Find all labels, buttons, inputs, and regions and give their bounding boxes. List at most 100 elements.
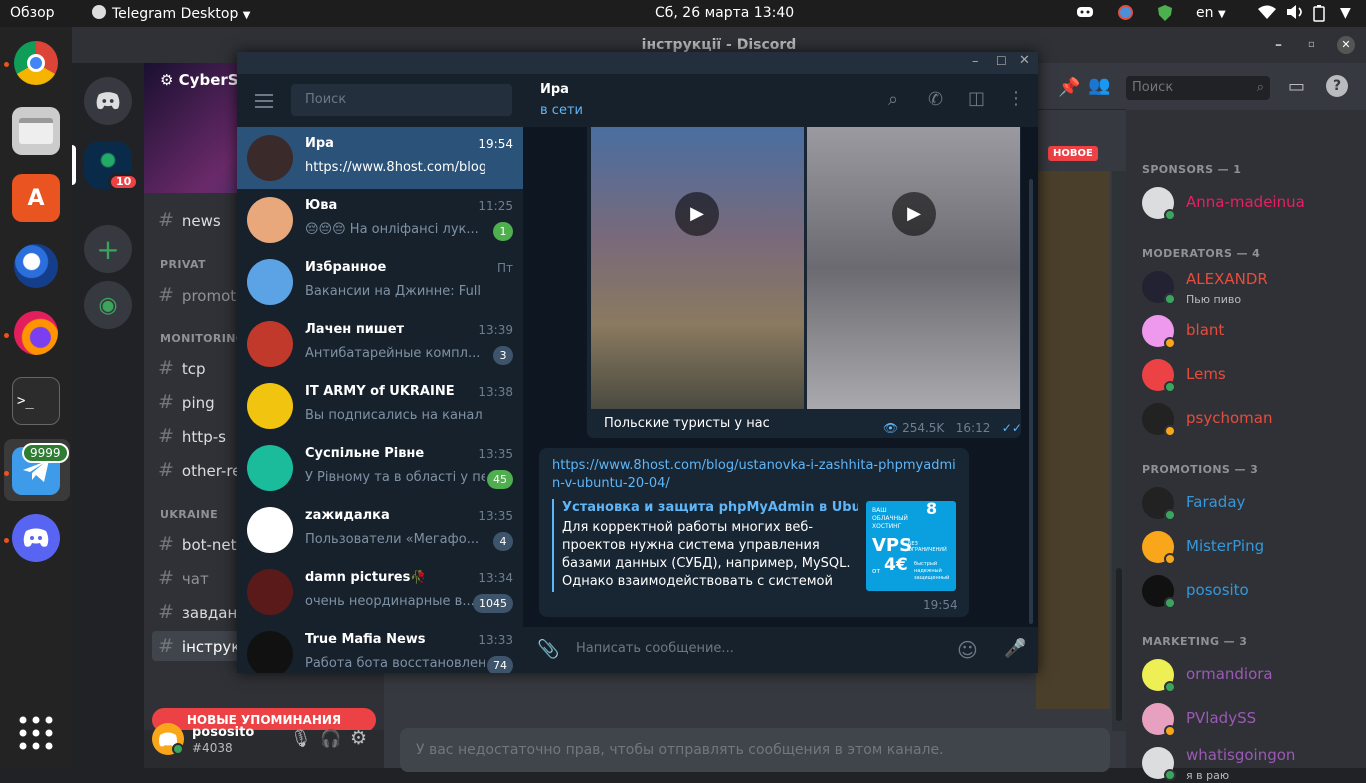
- inbox-icon[interactable]: ▭: [1288, 76, 1305, 97]
- play-icon[interactable]: ▶: [675, 192, 719, 236]
- chat-preview: Вакансии на Джинне: Full S...: [305, 284, 485, 299]
- microphone-icon[interactable]: 🎤: [1004, 638, 1026, 659]
- online-status-dot: [172, 743, 184, 755]
- help-icon[interactable]: ?: [1326, 75, 1348, 97]
- add-server-icon[interactable]: +: [84, 225, 132, 273]
- member-item[interactable]: ALEXANDR Пью пиво: [1142, 267, 1362, 307]
- scrollbar-thumb[interactable]: [1029, 179, 1033, 624]
- chat-item[interactable]: Суспільне Рівне 13:35 У Рівному та в облас…: [237, 437, 523, 499]
- search-input[interactable]: Поиск: [291, 84, 512, 116]
- chat-item[interactable]: damn pictures🥀 13:34 очень неординарные в.…: [237, 561, 523, 623]
- software-store-icon[interactable]: A: [12, 174, 60, 222]
- emoji-icon[interactable]: ☺: [957, 638, 978, 662]
- more-vertical-icon[interactable]: ⋮: [1007, 88, 1025, 109]
- minimize-button[interactable]: –: [1275, 27, 1282, 63]
- volume-icon[interactable]: [1287, 5, 1305, 19]
- member-item[interactable]: blant: [1142, 311, 1362, 351]
- chat-item[interactable]: True Mafia News 13:33 Работа бота восстано…: [237, 623, 523, 673]
- discord-dock-icon[interactable]: [12, 514, 60, 562]
- member-item[interactable]: Faraday: [1142, 483, 1362, 523]
- chat-preview: Вы подписались на канал: [305, 408, 483, 423]
- close-button[interactable]: ✕: [1019, 53, 1030, 68]
- server-name[interactable]: ⚙ CyberSp: [160, 71, 249, 89]
- category-privat[interactable]: PRIVAT: [160, 258, 206, 271]
- chrome-icon[interactable]: [12, 39, 60, 87]
- member-item[interactable]: whatisgoingon я в раю: [1142, 743, 1362, 783]
- member-item[interactable]: psychoman: [1142, 399, 1362, 439]
- new-mentions-button[interactable]: НОВЫЕ УПОМИНАНИЯ: [152, 708, 376, 732]
- media-caption: Польские туристы у нас: [604, 416, 770, 431]
- chat-item[interactable]: Ира 19:54 https://www.8host.com/blog...: [237, 127, 523, 189]
- category-monitoring[interactable]: MONITORING: [160, 332, 245, 345]
- thunderbird-icon[interactable]: [12, 242, 60, 290]
- app-grid-icon[interactable]: [19, 716, 53, 750]
- conversation-pane: Ира в сети ⌕ ✆ ◫ ⋮ ▶ ▶ Польские туристы …: [523, 74, 1038, 673]
- search-icon[interactable]: ⌕: [888, 89, 898, 110]
- shield-tray-icon[interactable]: [1158, 5, 1172, 21]
- member-list-icon[interactable]: 👥: [1088, 75, 1110, 96]
- video-thumbnail[interactable]: [807, 127, 1020, 409]
- member-item[interactable]: Anna-madeinua: [1142, 183, 1362, 223]
- vpn-tray-icon[interactable]: [1118, 5, 1133, 24]
- chat-preview: Антибатарейные компл...: [305, 346, 481, 361]
- message-image: [1036, 171, 1110, 709]
- overview-button[interactable]: Обзор: [10, 5, 55, 21]
- chat-name: Ира: [305, 136, 334, 151]
- sidebar-toggle-icon[interactable]: ◫: [968, 88, 985, 109]
- discord-home-icon[interactable]: [84, 77, 132, 125]
- files-icon[interactable]: [12, 107, 60, 155]
- chat-name: Избранное: [305, 260, 387, 275]
- firefox-icon[interactable]: [12, 309, 60, 357]
- video-thumbnail[interactable]: [591, 127, 804, 409]
- discord-tray-icon[interactable]: [1076, 5, 1094, 19]
- member-group-header: MARKETING — 3: [1142, 635, 1248, 648]
- preview-image[interactable]: ВАШ ОБЛАЧНЫЙ ХОСТИНГ 8 VPS БЕЗ ОГРАНИЧЕН…: [866, 501, 956, 591]
- chat-item[interactable]: Лачен пишет 13:39 Антибатарейные компл... 3: [237, 313, 523, 375]
- member-item[interactable]: Lems: [1142, 355, 1362, 395]
- chat-item[interactable]: Юва 11:25 😔😔😔 На онліфансі лук... 1: [237, 189, 523, 251]
- maximize-button[interactable]: ☐: [996, 54, 1007, 68]
- message-link[interactable]: https://www.8host.com/blog/ustanovka-i-z…: [552, 457, 962, 493]
- phone-icon[interactable]: ✆: [928, 89, 943, 110]
- scrollbar-thumb[interactable]: [1116, 568, 1122, 721]
- pin-icon[interactable]: 📌: [1058, 77, 1080, 98]
- explore-servers-icon[interactable]: ◉: [84, 281, 132, 329]
- preview-title[interactable]: Установка и защита phpMyAdmin в Ubuntu..…: [562, 500, 858, 515]
- chat-time: 19:54: [478, 137, 513, 151]
- clock[interactable]: Сб, 26 марта 13:40: [655, 5, 794, 21]
- minimize-button[interactable]: –: [972, 54, 979, 69]
- hamburger-menu-icon[interactable]: [255, 94, 273, 108]
- member-item[interactable]: PVladySS: [1142, 699, 1362, 739]
- peer-name[interactable]: Ира: [540, 82, 569, 97]
- play-icon[interactable]: ▶: [892, 192, 936, 236]
- terminal-icon[interactable]: >_: [12, 377, 60, 425]
- chat-preview: 😔😔😔 На онліфансі лук...: [305, 222, 479, 237]
- member-status-dot: [1164, 597, 1176, 609]
- power-menu-chevron[interactable]: ▼: [1340, 5, 1351, 21]
- close-button[interactable]: ✕: [1337, 36, 1355, 54]
- chat-item[interactable]: IT ARMY of UKRAINE 13:38 Вы подписались на…: [237, 375, 523, 437]
- active-app-menu[interactable]: Telegram Desktop ▼: [92, 5, 251, 22]
- battery-icon[interactable]: [1313, 5, 1325, 22]
- category-ukraine[interactable]: UKRAINE: [160, 508, 218, 521]
- attach-icon[interactable]: 📎: [537, 639, 559, 660]
- maximize-button[interactable]: ▫: [1308, 27, 1315, 63]
- microphone-icon[interactable]: 🎙: [290, 729, 312, 749]
- member-item[interactable]: pososito: [1142, 571, 1362, 611]
- member-item[interactable]: MisterPing: [1142, 527, 1362, 567]
- running-indicator: [4, 538, 9, 543]
- member-item[interactable]: ormandiora: [1142, 655, 1362, 695]
- headphones-icon[interactable]: 🎧: [320, 729, 341, 749]
- message-input[interactable]: Написать сообщение...: [576, 641, 734, 656]
- chat-name: Суспільне Рівне: [305, 446, 425, 461]
- chat-item[interactable]: zажидалка 13:35 Пользователи «Мегафо... 4: [237, 499, 523, 561]
- chat-avatar: [247, 321, 293, 367]
- telegram-small-icon: [92, 5, 106, 19]
- chat-item[interactable]: Избранное Пт Вакансии на Джинне: Full S...: [237, 251, 523, 313]
- conversation-header: Ира в сети ⌕ ✆ ◫ ⋮: [523, 74, 1038, 127]
- search-input[interactable]: Поиск ⌕: [1126, 76, 1270, 100]
- wifi-icon[interactable]: [1258, 5, 1276, 19]
- member-status-dot: [1164, 209, 1176, 221]
- settings-gear-icon[interactable]: ⚙: [350, 727, 367, 749]
- language-indicator[interactable]: en ▼: [1196, 5, 1226, 21]
